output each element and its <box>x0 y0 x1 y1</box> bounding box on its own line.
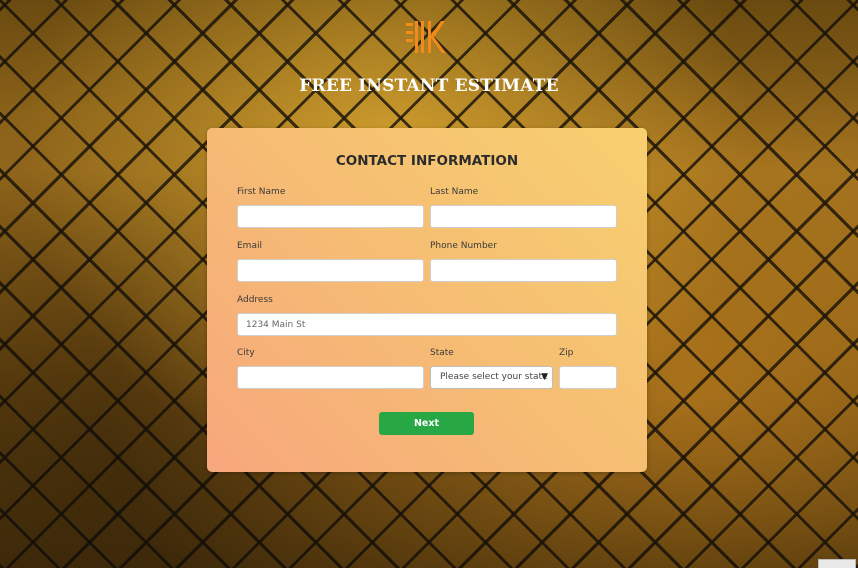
form-title: CONTACT INFORMATION <box>335 153 519 169</box>
zip-label: Zip <box>559 348 574 358</box>
contact-form-card: CONTACT INFORMATION First Name Last Name… <box>207 128 647 472</box>
city-label: City <box>237 348 255 358</box>
state-select[interactable]: Please select your state ▼ <box>430 366 553 389</box>
page-title: FREE INSTANT ESTIMATE <box>299 76 559 96</box>
email-field[interactable] <box>237 259 424 282</box>
last-name-field[interactable] <box>430 205 617 228</box>
corner-widget <box>818 559 856 568</box>
address-field[interactable] <box>237 313 617 336</box>
first-name-field[interactable] <box>237 205 424 228</box>
state-label: State <box>430 348 454 358</box>
state-select-value: Please select your state <box>440 372 548 382</box>
brand-logo-icon <box>405 19 449 55</box>
zip-field[interactable] <box>559 366 617 389</box>
phone-label: Phone Number <box>430 241 497 251</box>
last-name-label: Last Name <box>430 187 479 197</box>
next-button[interactable]: Next <box>379 412 474 435</box>
chevron-down-icon: ▼ <box>541 372 548 382</box>
address-label: Address <box>237 295 273 305</box>
first-name-label: First Name <box>237 187 286 197</box>
email-label: Email <box>237 241 262 251</box>
city-field[interactable] <box>237 366 424 389</box>
phone-field[interactable] <box>430 259 617 282</box>
